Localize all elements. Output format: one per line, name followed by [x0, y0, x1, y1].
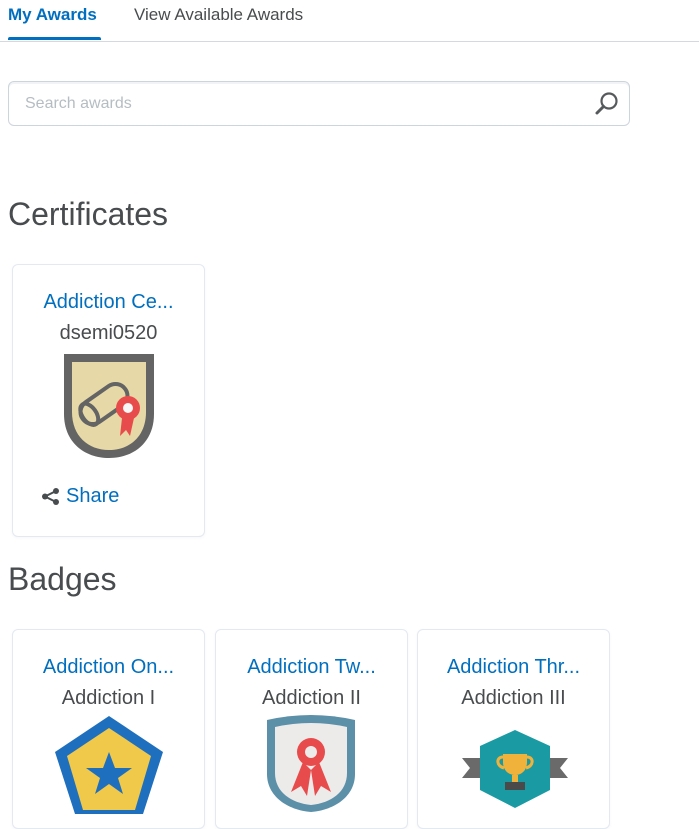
share-button[interactable]: Share [41, 485, 119, 508]
star-badge-icon [55, 716, 163, 814]
tab-bar: My Awards View Available Awards [0, 0, 699, 42]
certificates-heading: Certificates [8, 196, 169, 232]
certificate-scroll-icon [64, 354, 154, 458]
badge-card: Addiction On... Addiction I [12, 629, 205, 829]
award-title-link[interactable]: Addiction Tw... [216, 656, 407, 679]
tab-my-awards[interactable]: My Awards [8, 5, 97, 25]
search-input[interactable] [25, 92, 585, 116]
search-button[interactable] [594, 91, 620, 117]
tab-view-available-awards[interactable]: View Available Awards [134, 5, 303, 25]
badge-name: Addiction II [262, 687, 361, 709]
share-label: Share [66, 485, 120, 507]
badges-heading: Badges [8, 561, 117, 597]
award-title-link[interactable]: Addiction Thr... [418, 656, 609, 679]
badge-card: Addiction Thr... Addiction III [417, 629, 610, 829]
search-box [8, 81, 630, 126]
certificate-card: Addiction Ce... dsemi0520 Share [12, 264, 205, 537]
trophy-badge-icon [462, 730, 568, 808]
award-title-link[interactable]: Addiction On... [13, 656, 204, 679]
active-tab-indicator [8, 37, 101, 40]
search-icon [595, 92, 618, 115]
ribbon-badge-icon [267, 715, 355, 812]
badge-name: Addiction III [461, 687, 566, 709]
share-icon [42, 488, 59, 505]
badge-name: Addiction I [61, 687, 156, 709]
award-recipient: dsemi0520 [59, 322, 158, 344]
award-title-link[interactable]: Addiction Ce... [13, 291, 204, 314]
badge-card: Addiction Tw... Addiction II [215, 629, 408, 829]
